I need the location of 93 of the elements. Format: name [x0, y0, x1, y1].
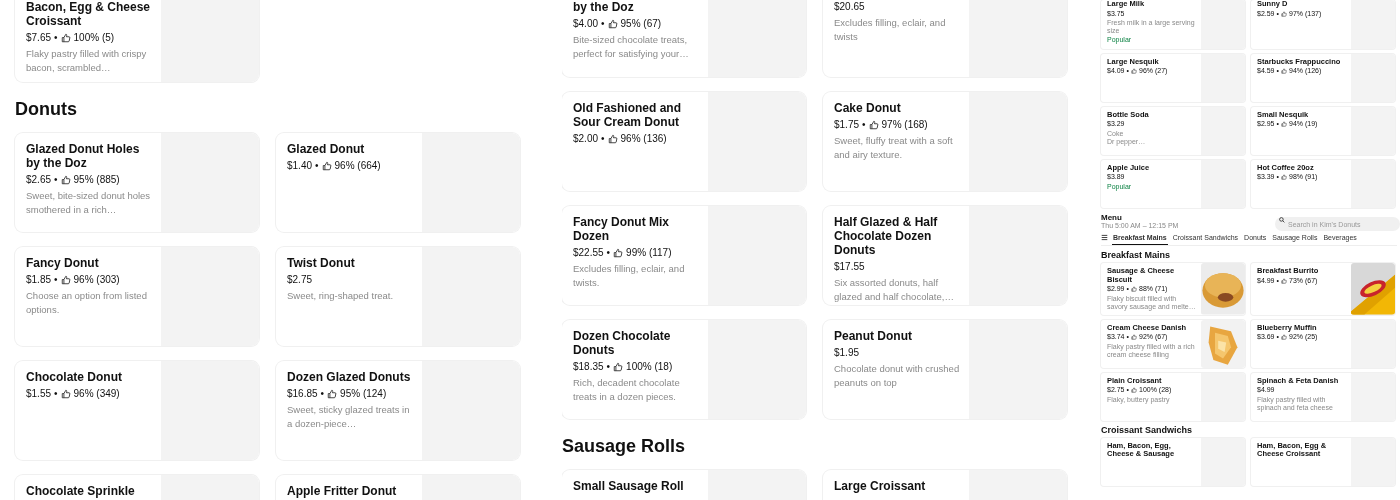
section-heading: Sausage Rolls	[562, 436, 687, 458]
menu-item-card[interactable]: Chocolate Sprinkle	[15, 475, 259, 500]
item-name: Bacon, Egg & Cheese Croissant	[26, 0, 152, 28]
item-price: $7.65	[26, 31, 52, 44]
item-rating: 100% (18)	[626, 360, 673, 373]
item-name: Old Fashioned and Sour Cream Donut	[573, 101, 682, 129]
item-price: $4.00	[573, 17, 599, 30]
separator-dot: •	[601, 132, 605, 145]
separator-dot: •	[54, 273, 58, 286]
item-rating: 95% (67)	[620, 17, 662, 30]
item-name: Peanut Donut	[834, 329, 913, 343]
menu-item-card[interactable]: Chocolate Donut $1.55 • 96% (349)	[15, 361, 259, 460]
item-description: Excludes filling, eclair, and twists.	[573, 262, 686, 289]
menu-item-card[interactable]: Bacon, Egg & Cheese Croissant $7.65 • 100% (5) Flaky pastry filled with crispy bacon, scrambled…	[15, 0, 259, 82]
item-price: $22.55	[573, 246, 604, 259]
menu-item-card[interactable]: Dozen Chocolate Donuts $18.35 • 100% (18) Rich, decadent chocolate treats in a dozen pieces.	[562, 320, 806, 419]
item-price: $1.75	[834, 118, 860, 131]
item-description: Chocolate donut with crushed peanuts on top	[834, 362, 961, 389]
item-name: Cake Donut	[834, 101, 902, 115]
search-icon	[1279, 216, 1285, 223]
item-description: Sweet, bite-sized donut holes smothered in a rich…	[26, 189, 152, 216]
item-price: $2.65	[26, 173, 52, 186]
menu-item-card[interactable]: Fancy Donut $1.85 • 96% (303) Choose an option from listed options.	[15, 247, 259, 346]
item-price: $1.95	[834, 346, 860, 359]
item-price: $18.35	[573, 360, 604, 373]
menu-item-card[interactable]: Old Fashioned and Sour Cream Donut $2.00 • 96% (136)	[562, 92, 806, 191]
item-rating: 96% (349)	[73, 387, 120, 400]
menu-item-card[interactable]: Half Glazed & Half Chocolate Dozen Donuts $17.55 Six assorted donuts, half glazed and half chocolate,…	[823, 206, 1067, 305]
item-name: Apple Fritter Donut	[287, 484, 398, 498]
item-rating: 97% (168)	[881, 118, 928, 131]
separator-dot: •	[606, 360, 611, 373]
menu-item-card[interactable]: Twist Donut $2.75 Sweet, ring-shaped treat.	[276, 247, 520, 346]
separator-dot: •	[54, 173, 58, 186]
menu-icon[interactable]	[1101, 234, 1108, 241]
separator-dot: •	[606, 246, 611, 259]
item-name: Fancy Donut Mix Dozen	[573, 215, 670, 243]
item-name: Half Glazed & Half Chocolate Dozen Donuts	[834, 215, 939, 257]
item-price: $1.85	[26, 273, 52, 286]
separator-dot: •	[54, 31, 58, 44]
separator-dot: •	[54, 387, 58, 400]
item-price: $2.75	[287, 273, 313, 286]
item-rating: 100% (5)	[73, 31, 115, 44]
item-name: Large Croissant	[834, 479, 927, 493]
item-name: Glazed Donut	[287, 142, 366, 156]
menu-item-card[interactable]: $20.65 Excludes filling, eclair, and twists	[823, 0, 1067, 77]
item-description: Rich, decadent chocolate treats in a dozen pieces.	[573, 376, 681, 403]
item-price: $16.85	[287, 387, 318, 400]
item-name: Dozen Glazed Donuts	[287, 370, 412, 384]
menu-item-card[interactable]: Small Sausage Roll	[562, 470, 806, 500]
item-description: Six assorted donuts, half glazed and half chocolate,…	[834, 276, 955, 303]
item-description: Excludes filling, eclair, and twists	[834, 16, 947, 43]
separator-dot: •	[862, 118, 866, 131]
item-description: Flaky pastry filled with crispy bacon, scrambled…	[26, 47, 148, 74]
item-rating: 99% (117)	[626, 246, 672, 259]
menu-item-card[interactable]: Glazed Donut $1.40 • 96% (664)	[276, 133, 520, 232]
item-name: Chocolate Donut	[26, 370, 123, 384]
separator-dot: •	[320, 387, 325, 400]
section-heading: Breakfast Mains	[1101, 250, 1172, 260]
item-rating: 96% (303)	[73, 273, 120, 286]
item-rating: 95% (124)	[340, 387, 387, 400]
menu-title: Menu	[1101, 212, 1123, 222]
menu-item-card[interactable]: Dozen Glazed Donuts $16.85 • 95% (124) Sweet, sticky glazed treats in a dozen-piece…	[276, 361, 520, 460]
item-name: Chocolate Sprinkle	[26, 484, 136, 498]
item-price: $20.65	[834, 0, 865, 13]
menu-item-card[interactable]: Large Croissant	[823, 470, 1067, 500]
item-price: $17.55	[834, 260, 865, 273]
menu-item-card[interactable]: Peanut Donut $1.95 Chocolate donut with crushed peanuts on top	[823, 320, 1067, 419]
item-description: Bite-sized chocolate treats, perfect for satisfying your…	[573, 33, 690, 60]
item-name: Fancy Donut	[26, 256, 100, 270]
menu-item-card[interactable]: Glazed Donut Holes by the Doz $2.65 • 95% (885) Sweet, bite-sized donut holes smothered in a rich…	[15, 133, 259, 232]
menu-item-card[interactable]: Apple Fritter Donut	[276, 475, 520, 500]
item-name: Dozen Chocolate Donuts	[573, 329, 672, 357]
menu-item-card[interactable]: Fancy Donut Mix Dozen $22.55 • 99% (117) Excludes filling, eclair, and twists.	[562, 206, 806, 305]
item-rating: 96% (664)	[334, 159, 381, 172]
item-description: Sweet, ring-shaped treat.	[287, 289, 395, 303]
menu-item-card[interactable]: by the Doz $4.00 • 95% (67) Bite-sized chocolate treats, perfect for satisfying your…	[562, 0, 806, 77]
item-price: $1.40	[287, 159, 313, 172]
item-description: Choose an option from listed options.	[26, 289, 148, 316]
item-price: $2.00	[573, 132, 599, 145]
section-heading: Donuts	[15, 99, 78, 121]
item-description: Sweet, sticky glazed treats in a dozen-piece…	[287, 403, 411, 430]
section-heading: Croissant Sandwichs	[1101, 424, 1194, 435]
item-name: by the Doz	[573, 0, 635, 14]
item-rating: 95% (885)	[73, 173, 120, 186]
item-name: Small Sausage Roll	[573, 479, 685, 493]
separator-dot: •	[601, 17, 605, 30]
menu-item-card[interactable]: Cake Donut $1.75 • 97% (168) Sweet, fluffy treat with a soft and airy texture.	[823, 92, 1067, 191]
item-name: Twist Donut	[287, 256, 356, 270]
item-name: Glazed Donut Holes by the Doz	[26, 142, 141, 170]
item-rating: 96% (136)	[620, 132, 667, 145]
item-description: Sweet, fluffy treat with a soft and airy texture.	[834, 134, 954, 161]
item-price: $1.55	[26, 387, 52, 400]
separator-dot: •	[315, 159, 319, 172]
